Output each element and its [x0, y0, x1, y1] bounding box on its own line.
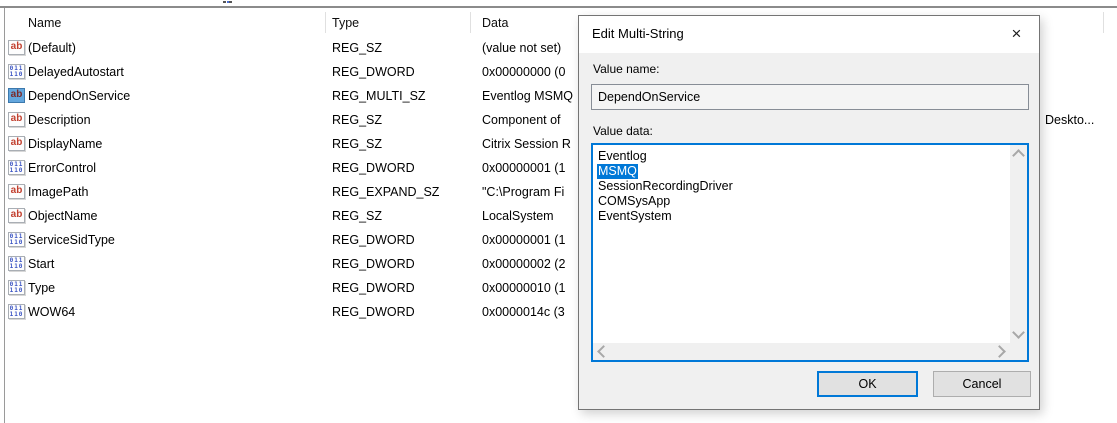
- column-header-data[interactable]: Data: [482, 16, 508, 30]
- multi-string-line[interactable]: COMSysApp: [597, 194, 1005, 209]
- string-value-icon: ab: [8, 88, 25, 103]
- value-name: Start: [28, 252, 54, 276]
- value-name: DependOnService: [28, 84, 130, 108]
- close-icon: ×: [1012, 25, 1022, 42]
- column-header-name[interactable]: Name: [28, 16, 61, 30]
- scroll-left-icon[interactable]: [597, 345, 610, 358]
- dword-value-icon: 011110: [8, 232, 25, 247]
- value-name: Description: [28, 108, 91, 132]
- value-name: ObjectName: [28, 204, 97, 228]
- close-button[interactable]: ×: [994, 16, 1039, 50]
- value-type: REG_DWORD: [332, 252, 415, 276]
- multi-string-line[interactable]: EventSystem: [597, 209, 1005, 224]
- string-value-icon: ab: [8, 112, 25, 127]
- scrollbar-corner: [1010, 343, 1027, 360]
- value-name: (Default): [28, 36, 76, 60]
- value-type: REG_SZ: [332, 108, 382, 132]
- column-separator[interactable]: [470, 12, 471, 33]
- value-type: REG_MULTI_SZ: [332, 84, 426, 108]
- dword-value-icon: 011110: [8, 256, 25, 271]
- regedit-window: Name Type Data ab(Default)REG_SZ(value n…: [0, 0, 1117, 423]
- edit-multi-string-dialog: Edit Multi-String × Value name: DependOn…: [578, 15, 1040, 410]
- value-type: REG_DWORD: [332, 228, 415, 252]
- value-name: WOW64: [28, 300, 75, 324]
- dword-value-icon: 011110: [8, 160, 25, 175]
- string-item[interactable]: EventSystem: [597, 209, 673, 224]
- cancel-button[interactable]: Cancel: [933, 371, 1031, 397]
- multi-string-line[interactable]: MSMQ: [597, 164, 1005, 179]
- value-name-label: Value name:: [593, 62, 660, 76]
- scroll-right-icon[interactable]: [993, 345, 1006, 358]
- value-name: DelayedAutostart: [28, 60, 124, 84]
- value-name: ImagePath: [28, 180, 88, 204]
- scroll-down-icon[interactable]: [1012, 326, 1025, 339]
- value-type: REG_EXPAND_SZ: [332, 180, 439, 204]
- value-type: REG_SZ: [332, 204, 382, 228]
- string-item[interactable]: COMSysApp: [597, 194, 671, 209]
- string-item[interactable]: SessionRecordingDriver: [597, 179, 734, 194]
- vertical-scrollbar[interactable]: [1010, 145, 1027, 343]
- value-type: REG_DWORD: [332, 156, 415, 180]
- value-data-label: Value data:: [593, 124, 653, 138]
- value-data-text: EventlogMSMQSessionRecordingDriverCOMSys…: [597, 149, 1005, 224]
- value-name-field[interactable]: DependOnService: [591, 84, 1029, 110]
- string-value-icon: ab: [8, 136, 25, 151]
- selected-string-item[interactable]: MSMQ: [597, 164, 638, 179]
- dword-value-icon: 011110: [8, 64, 25, 79]
- column-header-type[interactable]: Type: [332, 16, 359, 30]
- value-data-overflow: Deskto...: [1045, 108, 1094, 132]
- horizontal-scrollbar[interactable]: [593, 343, 1010, 360]
- value-type: REG_DWORD: [332, 60, 415, 84]
- value-name: Type: [28, 276, 55, 300]
- value-name: ServiceSidType: [28, 228, 115, 252]
- dialog-titlebar[interactable]: Edit Multi-String ×: [579, 16, 1039, 53]
- scroll-up-icon[interactable]: [1012, 149, 1025, 162]
- string-value-icon: ab: [8, 208, 25, 223]
- value-name: DisplayName: [28, 132, 102, 156]
- value-data-editor[interactable]: EventlogMSMQSessionRecordingDriverCOMSys…: [591, 143, 1029, 362]
- value-type: REG_SZ: [332, 36, 382, 60]
- column-separator[interactable]: [1103, 12, 1104, 33]
- string-value-icon: ab: [8, 184, 25, 199]
- dword-value-icon: 011110: [8, 304, 25, 319]
- clipped-address-bar-text: [223, 1, 232, 3]
- multi-string-line[interactable]: SessionRecordingDriver: [597, 179, 1005, 194]
- value-type: REG_DWORD: [332, 300, 415, 324]
- list-top-border: [0, 6, 1117, 8]
- dialog-title: Edit Multi-String: [592, 26, 684, 41]
- ok-button[interactable]: OK: [817, 371, 918, 397]
- value-name: ErrorControl: [28, 156, 96, 180]
- string-item[interactable]: Eventlog: [597, 149, 648, 164]
- column-separator[interactable]: [325, 12, 326, 33]
- string-value-icon: ab: [8, 40, 25, 55]
- multi-string-line[interactable]: Eventlog: [597, 149, 1005, 164]
- value-type: REG_DWORD: [332, 276, 415, 300]
- value-type: REG_SZ: [332, 132, 382, 156]
- dword-value-icon: 011110: [8, 280, 25, 295]
